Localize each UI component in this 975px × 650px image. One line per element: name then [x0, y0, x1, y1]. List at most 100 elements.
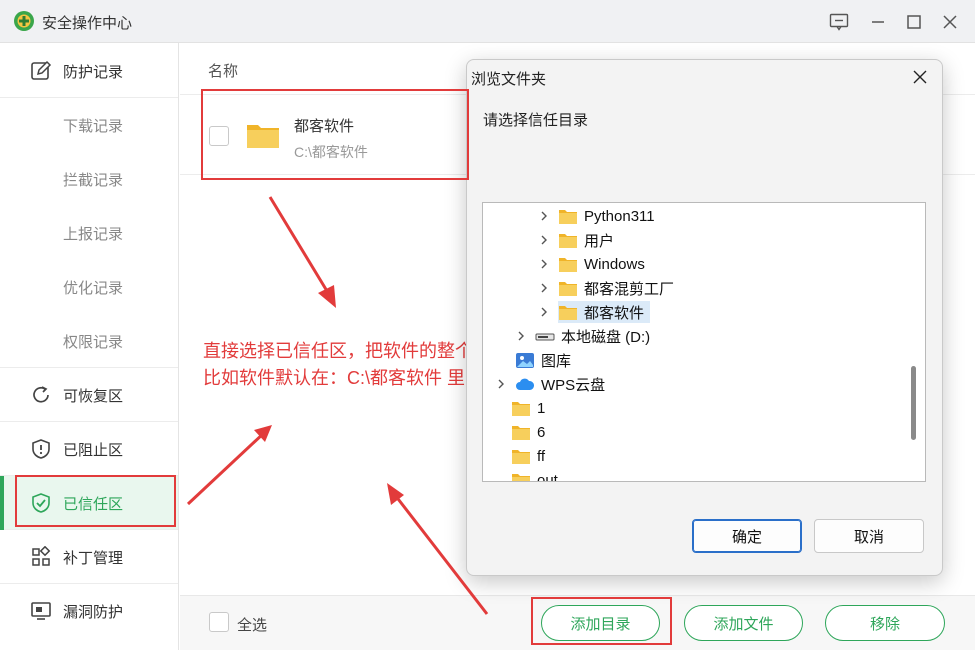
select-all-label: 全选 [237, 617, 268, 634]
app-title: 安全操作中心 [42, 15, 133, 32]
highlight-add-directory [531, 597, 672, 645]
tree-item-label: WPS云盘 [541, 376, 606, 394]
sidebar-item-protection-log[interactable]: 防护记录 [0, 44, 178, 98]
sidebar-item-recoverable[interactable]: 可恢复区 [0, 368, 178, 422]
tree-item-label: 都客混剪工厂 [584, 280, 675, 298]
tree-item-folder-6[interactable]: 6 [491, 420, 545, 444]
tree-scrollbar-thumb[interactable] [911, 366, 916, 440]
sidebar-item-label: 上报记录 [63, 226, 124, 243]
sidebar-item-label: 已阻止区 [63, 442, 124, 459]
chevron-right-icon [518, 331, 524, 341]
sidebar-item-label: 优化记录 [63, 280, 124, 297]
folder-icon [512, 449, 530, 464]
tree-item-duke-software[interactable]: 都客软件 [538, 300, 651, 324]
tree-item-windows[interactable]: Windows [538, 252, 645, 276]
sidebar-item-patch-manage[interactable]: 补丁管理 [0, 530, 178, 584]
tree-item-folder-out[interactable]: out [491, 468, 558, 482]
cancel-button[interactable]: 取消 [814, 519, 924, 553]
ok-button[interactable]: 确定 [692, 519, 802, 553]
folder-tree[interactable]: Python311 用户 Windows 都客混剪工厂 都客软件 本地磁盘 (D… [482, 202, 926, 482]
tree-item-label: 6 [537, 423, 546, 441]
browse-folder-dialog: 浏览文件夹 请选择信任目录 Python311 用户 Windows 都客混剪工… [466, 59, 943, 576]
folder-icon [512, 473, 530, 481]
close-icon [943, 15, 957, 29]
chevron-right-icon [541, 211, 547, 221]
sidebar-item-optimize-log[interactable]: 优化记录 [0, 260, 178, 314]
folder-icon [559, 209, 577, 224]
feedback-button[interactable] [828, 11, 850, 33]
tree-item-label: 1 [537, 399, 546, 417]
chevron-right-icon [541, 283, 547, 293]
arrow-to-sidebar [186, 430, 267, 506]
add-file-button[interactable]: 添加文件 [684, 605, 803, 641]
monitor-icon [31, 602, 51, 620]
tree-item-users[interactable]: 用户 [538, 228, 614, 252]
sidebar-item-label: 漏洞防护 [63, 604, 124, 621]
sidebar-item-label: 防护记录 [63, 64, 124, 81]
chevron-right-icon [541, 307, 547, 317]
highlight-trusted-item [201, 89, 469, 180]
close-icon [913, 70, 927, 84]
maximize-button[interactable] [903, 11, 925, 33]
restore-icon [33, 386, 49, 403]
sidebar-item-intercept-log[interactable]: 拦截记录 [0, 152, 178, 206]
arrowhead-icon [318, 285, 336, 308]
annotation-line-2: 比如软件默认在：C:\都客软件 里面 [203, 368, 484, 388]
sidebar-item-permission-log[interactable]: 权限记录 [0, 314, 178, 368]
column-header-name: 名称 [208, 63, 239, 80]
tree-item-label: Windows [584, 255, 645, 273]
tree-item-drive-d[interactable]: 本地磁盘 (D:) [515, 324, 650, 348]
sidebar-item-label: 拦截记录 [63, 172, 124, 189]
app-logo-icon [14, 11, 34, 31]
dialog-title: 浏览文件夹 [471, 71, 547, 88]
tree-item-label: 图库 [541, 352, 572, 370]
remove-button[interactable]: 移除 [825, 605, 945, 641]
chevron-right-icon [498, 379, 504, 389]
close-button[interactable] [939, 11, 961, 33]
folder-icon [559, 281, 577, 296]
chevron-right-icon [541, 235, 547, 245]
folder-icon [559, 233, 577, 248]
tree-item-gallery[interactable]: 图库 [495, 348, 571, 372]
feedback-icon [829, 13, 849, 31]
tree-item-label: 都客软件 [584, 304, 645, 322]
tree-item-folder-ff[interactable]: ff [491, 444, 545, 468]
tree-item-wps-cloud[interactable]: WPS云盘 [495, 372, 605, 396]
tree-item-python311[interactable]: Python311 [538, 204, 655, 228]
dialog-prompt: 请选择信任目录 [483, 112, 589, 129]
tree-item-duke-video-factory[interactable]: 都客混剪工厂 [538, 276, 674, 300]
tree-item-label: ff [537, 447, 546, 465]
grid-icon [32, 546, 51, 566]
minimize-button[interactable] [867, 11, 889, 33]
sidebar-item-label: 权限记录 [63, 334, 124, 351]
sidebar-item-download-log[interactable]: 下载记录 [0, 98, 178, 152]
maximize-icon [907, 15, 921, 29]
arrowhead-icon [254, 425, 272, 442]
folder-icon [559, 305, 577, 320]
sidebar-item-label: 可恢复区 [63, 388, 124, 405]
folder-icon [512, 425, 530, 440]
sidebar-item-blocked[interactable]: 已阻止区 [0, 422, 178, 476]
title-bar: 安全操作中心 [0, 0, 975, 43]
minimize-icon [872, 21, 884, 23]
tree-item-folder-1[interactable]: 1 [491, 396, 545, 420]
tree-item-label: 本地磁盘 (D:) [561, 328, 651, 346]
folder-icon [559, 257, 577, 272]
shield-alert-icon [32, 439, 50, 459]
highlight-trusted-sidebar [15, 475, 176, 527]
arrow-to-tree [268, 196, 332, 297]
select-all-checkbox[interactable] [209, 612, 229, 632]
sidebar-item-label: 补丁管理 [63, 550, 124, 567]
tree-item-label: out [537, 471, 558, 482]
arrowhead-icon [387, 483, 404, 505]
sidebar-item-report-log[interactable]: 上报记录 [0, 206, 178, 260]
drive-icon [535, 333, 555, 340]
tree-item-label: 用户 [584, 232, 615, 250]
tree-item-label: Python311 [584, 207, 655, 225]
cloud-icon [516, 378, 535, 390]
sidebar-item-vuln-protect[interactable]: 漏洞防护 [0, 584, 178, 638]
edit-icon [31, 60, 52, 80]
dialog-close-button[interactable] [907, 65, 933, 89]
folder-icon [512, 401, 530, 416]
chevron-right-icon [541, 259, 547, 269]
